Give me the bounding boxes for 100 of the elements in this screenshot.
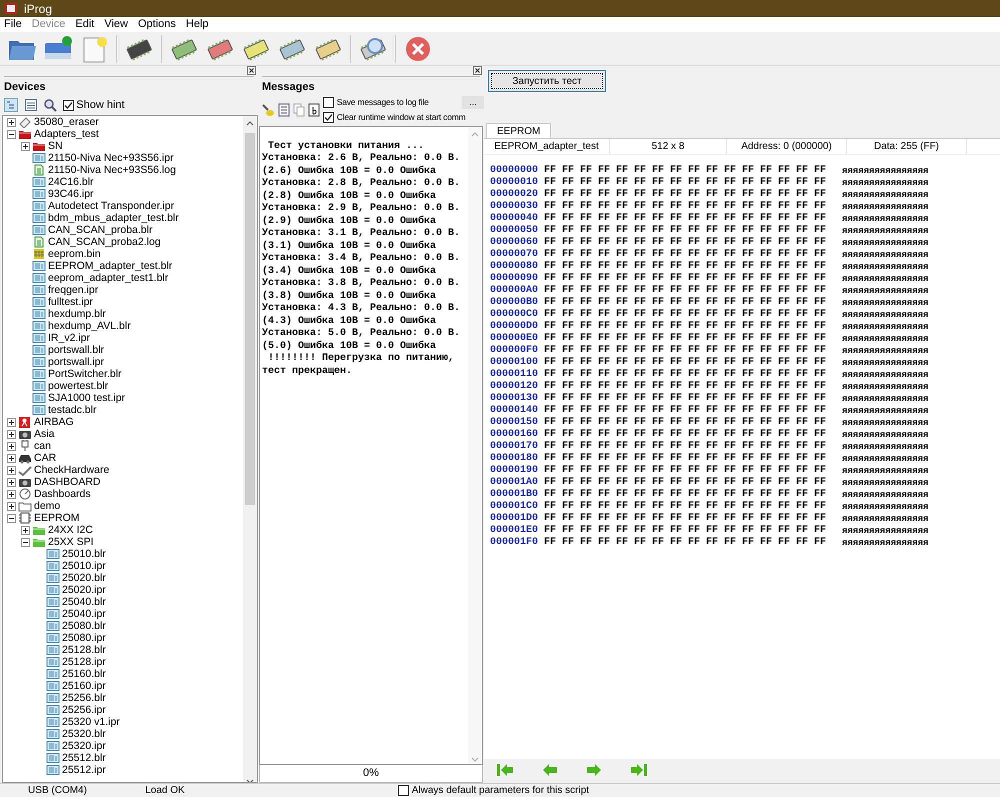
expand-icon[interactable] (7, 490, 16, 499)
tree-item[interactable]: PortSwitcher.blr (48, 368, 122, 380)
tree-item[interactable]: eeprom_adapter_test1.blr (48, 272, 168, 284)
search-icon[interactable] (43, 98, 57, 112)
scrollbar[interactable] (468, 126, 482, 764)
file-icon (46, 596, 60, 608)
hex-address: 00000170 (490, 441, 540, 453)
tree-item[interactable]: hexdump_AVL.blr (48, 320, 131, 332)
tree-item[interactable]: freqgen.ipr (48, 284, 98, 296)
close-icon[interactable] (473, 66, 482, 75)
tree-item[interactable]: AIRBAG (34, 416, 74, 428)
tree-item[interactable]: SJA1000 test.ipr (48, 392, 126, 404)
tree-item[interactable]: 35080_eraser (34, 116, 99, 128)
tree-item[interactable]: fulltest.ipr (48, 296, 93, 308)
ascii-text: яяяяяяяяяяяяяяяя (842, 441, 928, 453)
run-test-button[interactable]: Запустить тест (488, 70, 606, 92)
tree-item[interactable]: 25XX SPI (48, 536, 94, 548)
tree-item[interactable]: EEPROM (34, 512, 80, 524)
tab[interactable]: EEPROM (486, 123, 552, 138)
tree-item[interactable]: 25040.ipr (62, 608, 106, 620)
tree-item[interactable]: 25320.blr (62, 728, 106, 740)
browse-button[interactable]: ... (462, 96, 484, 109)
log-line: Установка: 3.8 В, Реально: 0.0 В. (262, 278, 462, 290)
checkbox-label: Clear runtime window at start comm (336, 110, 466, 124)
file-icon (32, 248, 46, 260)
collapse-icon[interactable] (21, 538, 30, 547)
menu-item[interactable]: File (4, 16, 22, 33)
expand-icon[interactable] (7, 454, 16, 463)
hex-bytes: FF FF FF FF FF FF FF FF FF FF FF FF FF FF FF FF (544, 357, 828, 369)
expand-icon[interactable] (7, 466, 16, 475)
tree-item[interactable]: 25010.blr (62, 548, 106, 560)
brush-icon[interactable] (261, 102, 275, 117)
tree-item[interactable]: portswall.blr (48, 344, 104, 356)
tree-item[interactable]: 25160.ipr (62, 680, 106, 692)
expand-icon[interactable] (7, 442, 16, 451)
tree-item[interactable]: 25010.ipr (62, 560, 106, 572)
tree-item[interactable]: CheckHardware (34, 464, 110, 476)
tree-item[interactable]: CAR (34, 452, 56, 464)
tree-item[interactable]: can (34, 440, 51, 452)
tree-item[interactable]: 25020.blr (62, 572, 106, 584)
tree-item[interactable]: 25256.ipr (62, 704, 106, 716)
list-view-icon[interactable] (24, 98, 38, 112)
tree-item[interactable]: 25256.blr (62, 692, 106, 704)
tree-item[interactable]: CAN_SCAN_proba.blr (48, 224, 152, 236)
menu-item[interactable]: Help (186, 16, 209, 33)
device-icon (18, 416, 32, 428)
tree-item[interactable]: demo (34, 500, 60, 512)
tree-item[interactable]: 24XX I2C (48, 524, 93, 536)
tree-item[interactable]: 25080.ipr (62, 632, 106, 644)
close-icon[interactable] (247, 66, 256, 75)
tree-item[interactable]: DASHBOARD (34, 476, 101, 488)
expand-icon[interactable] (21, 526, 30, 535)
tree-item[interactable]: 24C16.blr (48, 176, 94, 188)
tree-item[interactable]: 25128.ipr (62, 656, 106, 668)
tree-item[interactable]: 25128.blr (62, 644, 106, 656)
tree-item[interactable]: 25040.blr (62, 596, 106, 608)
menu-item[interactable]: View (104, 16, 128, 33)
expand-icon[interactable] (21, 142, 30, 151)
tree-item[interactable]: IR_v2.ipr (48, 332, 90, 344)
tree-item[interactable]: powertest.blr (48, 380, 108, 392)
tree-item[interactable]: 93C46.ipr (48, 188, 94, 200)
menu-item[interactable]: Edit (75, 16, 94, 33)
tree-item[interactable]: 25020.ipr (62, 584, 106, 596)
tree-item[interactable]: 25160.blr (62, 668, 106, 680)
expand-icon[interactable] (7, 118, 16, 127)
expand-icon[interactable] (7, 502, 16, 511)
text-icon[interactable] (308, 102, 320, 117)
checkbox[interactable] (323, 112, 334, 123)
tree-item[interactable]: Autodetect Transponder.ipr (48, 200, 174, 212)
file-icon (46, 764, 60, 776)
tree-item[interactable]: eeprom.bin (48, 248, 101, 260)
tree-item[interactable]: SN (48, 140, 63, 152)
tree-item[interactable]: Dashboards (34, 488, 91, 500)
tree-item[interactable]: Asia (34, 428, 54, 440)
checkbox[interactable] (323, 96, 334, 108)
expand-icon[interactable] (7, 418, 16, 427)
tree-item[interactable]: 25512.blr (62, 752, 106, 764)
tree-item[interactable]: 25320 v1.ipr (62, 716, 120, 728)
checkbox[interactable] (398, 785, 409, 796)
expand-icon[interactable] (7, 430, 16, 439)
tree-view-icon[interactable] (4, 98, 18, 112)
collapse-icon[interactable] (7, 514, 16, 523)
document-icon[interactable] (278, 102, 290, 117)
checkbox[interactable] (62, 100, 74, 111)
tree-item[interactable]: Adapters_test (34, 128, 99, 140)
hex-bytes: FF FF FF FF FF FF FF FF FF FF FF FF FF FF FF FF (544, 225, 828, 237)
tree-item[interactable]: portswall.ipr (48, 356, 104, 368)
tree-item[interactable]: CAN_SCAN_proba2.log (48, 236, 161, 248)
tree-item[interactable]: EEPROM_adapter_test.blr (48, 260, 172, 272)
tree-item[interactable]: 25320.ipr (62, 740, 106, 752)
tree-item[interactable]: 25080.blr (62, 620, 106, 632)
tree-item[interactable]: hexdump.blr (48, 308, 106, 320)
tree-item[interactable]: 21150-Niva Nec+93S56.log (48, 164, 176, 176)
expand-icon[interactable] (7, 478, 16, 487)
tree-item[interactable]: testadc.blr (48, 404, 96, 416)
tree-item[interactable]: bdm_mbus_adapter_test.blr (48, 212, 179, 224)
menu-item[interactable]: Options (138, 16, 176, 33)
tree-item[interactable]: 25512.ipr (62, 764, 106, 776)
collapse-icon[interactable] (7, 130, 16, 139)
tree-item[interactable]: 21150-Niva Nec+93S56.ipr (48, 152, 174, 164)
